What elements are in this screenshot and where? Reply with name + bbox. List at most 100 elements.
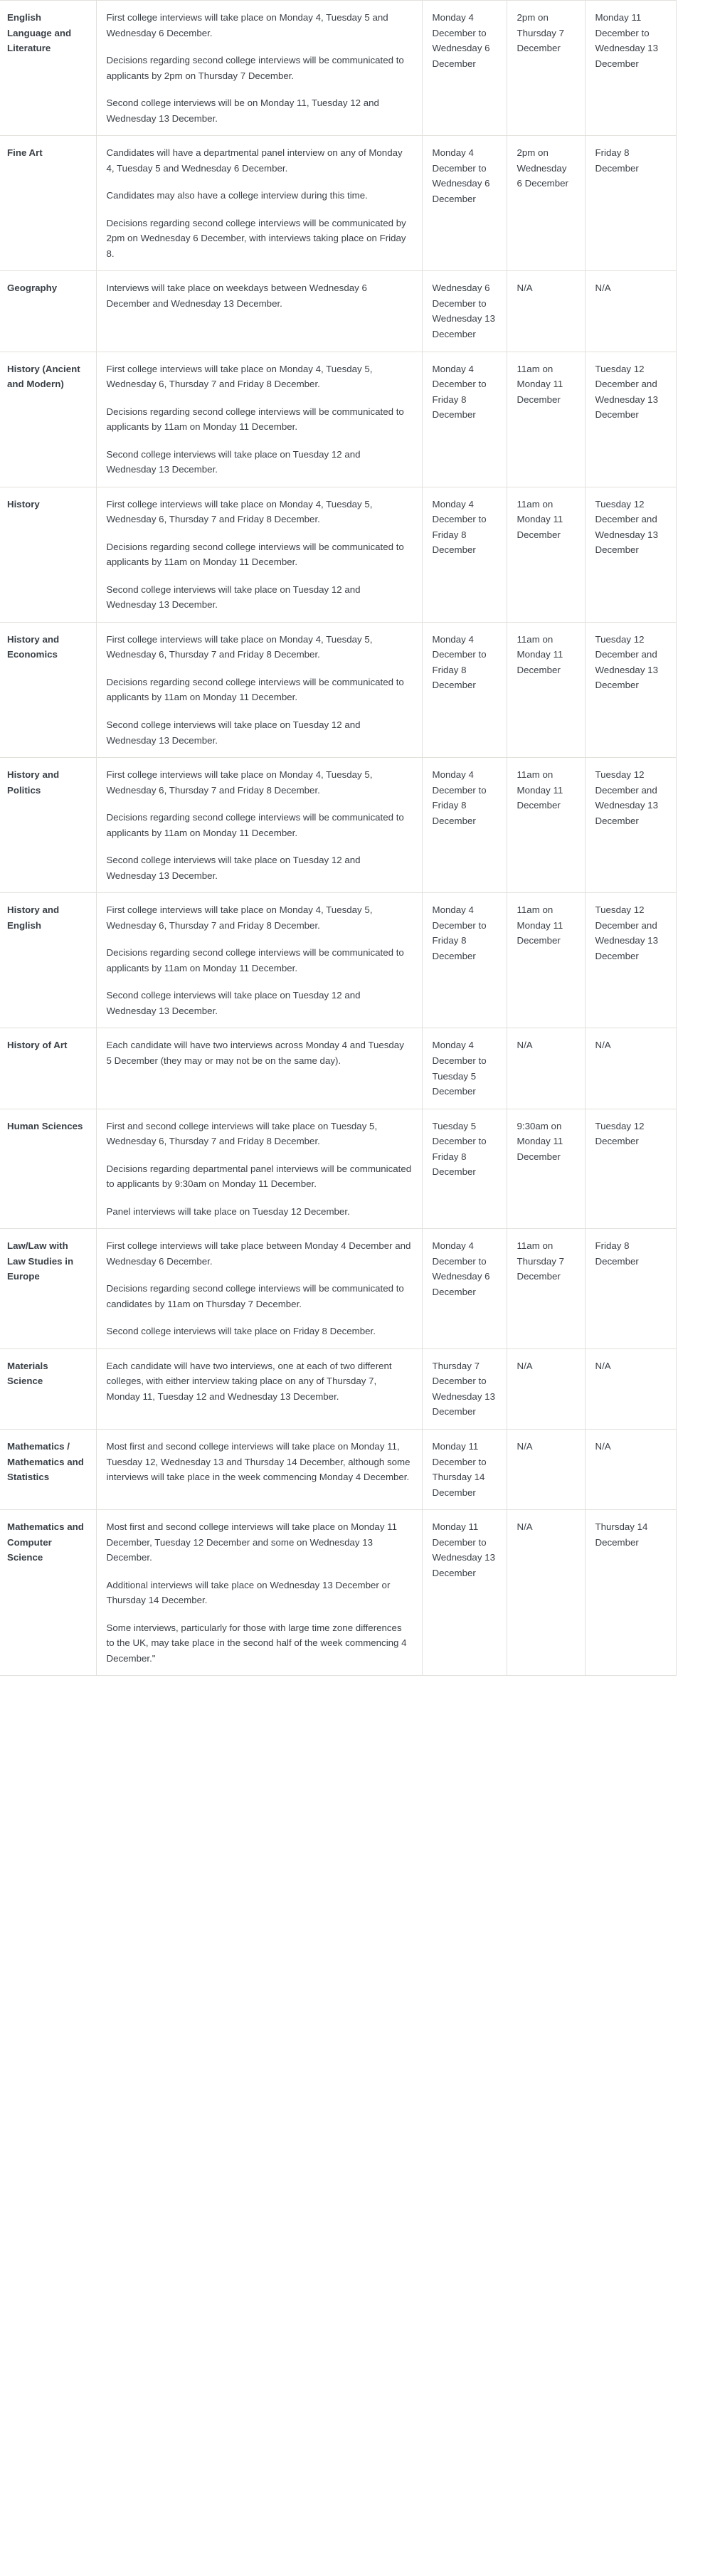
first-interviews-cell: Monday 4 December to Wednesday 6 Decembe… xyxy=(422,135,507,272)
first-interviews-cell: Monday 4 December to Friday 8 December xyxy=(422,622,507,759)
detail-paragraph: Second college interviews will take plac… xyxy=(106,719,361,746)
subject-cell: Mathematics / Mathematics and Statistics xyxy=(0,1429,97,1511)
second-interviews-cell: Tuesday 12 December and Wednesday 13 Dec… xyxy=(585,622,677,759)
interview-details-cell: First college interviews will take place… xyxy=(96,0,423,137)
detail-paragraph: First college interviews will take place… xyxy=(106,12,388,38)
interview-details-cell: Each candidate will have two interviews … xyxy=(96,1028,423,1109)
decision-deadline-cell: N/A xyxy=(507,270,586,352)
detail-paragraph: Some interviews, particularly for those … xyxy=(106,1622,407,1664)
detail-paragraph: Panel interviews will take place on Tues… xyxy=(106,1205,350,1217)
table-row: Mathematics and Computer Science Most fir… xyxy=(0,1509,677,1677)
detail-paragraph: First college interviews will take place… xyxy=(106,904,373,931)
second-interviews-cell: N/A xyxy=(585,1429,677,1511)
detail-paragraph: Candidates may also have a college inter… xyxy=(106,190,368,201)
first-interviews-cell: Thursday 7 December to Wednesday 13 Dece… xyxy=(422,1348,507,1430)
detail-paragraph: Decisions regarding second college inter… xyxy=(106,217,406,259)
decision-deadline-cell: 2pm on Wednesday 6 December xyxy=(507,135,586,272)
subject-cell: History and Politics xyxy=(0,757,97,894)
second-interviews-cell: Thursday 14 December xyxy=(585,1509,677,1677)
detail-paragraph: Interviews will take place on weekdays b… xyxy=(106,283,367,309)
first-interviews-cell: Monday 11 December to Thursday 14 Decemb… xyxy=(422,1429,507,1511)
detail-paragraph: Second college interviews will take plac… xyxy=(106,990,361,1016)
decision-deadline-cell: 11am on Monday 11 December xyxy=(507,352,586,487)
interview-details-cell: Candidates will have a departmental pane… xyxy=(96,135,423,272)
table-row: History and English First college intervi… xyxy=(0,892,677,1029)
detail-paragraph: Second college interviews will take plac… xyxy=(106,855,361,881)
decision-deadline-cell: N/A xyxy=(507,1509,586,1677)
decision-deadline-cell: 9:30am on Monday 11 December xyxy=(507,1109,586,1230)
detail-paragraph: First college interviews will take place… xyxy=(106,1240,411,1267)
detail-paragraph: First college interviews will take place… xyxy=(106,633,373,660)
second-interviews-cell: Tuesday 12 December and Wednesday 13 Dec… xyxy=(585,892,677,1029)
detail-paragraph: Decisions regarding second college inter… xyxy=(106,406,404,433)
decision-deadline-cell: 11am on Monday 11 December xyxy=(507,487,586,623)
table-row: History First college interviews will tak… xyxy=(0,487,677,623)
decision-deadline-cell: N/A xyxy=(507,1429,586,1511)
subject-cell: Human Sciences xyxy=(0,1109,97,1230)
decision-deadline-cell: N/A xyxy=(507,1028,586,1109)
detail-paragraph: Second college interviews will take plac… xyxy=(106,448,361,475)
decision-deadline-cell: 11am on Thursday 7 December xyxy=(507,1228,586,1349)
decision-deadline-cell: 11am on Monday 11 December xyxy=(507,892,586,1029)
detail-paragraph: Most first and second college interviews… xyxy=(106,1521,397,1563)
subject-cell: Geography xyxy=(0,270,97,352)
detail-paragraph: Second college interviews will be on Mon… xyxy=(106,97,379,124)
interview-details-cell: First college interviews will take place… xyxy=(96,622,423,759)
first-interviews-cell: Monday 4 December to Friday 8 December xyxy=(422,487,507,623)
interview-details-cell: Most first and second college interviews… xyxy=(96,1429,423,1511)
interview-details-cell: Most first and second college interviews… xyxy=(96,1509,423,1677)
second-interviews-cell: Tuesday 12 December and Wednesday 13 Dec… xyxy=(585,352,677,487)
second-interviews-cell: Friday 8 December xyxy=(585,1228,677,1349)
second-interviews-cell: Tuesday 12 December xyxy=(585,1109,677,1230)
decision-deadline-cell: N/A xyxy=(507,1348,586,1430)
detail-paragraph: Second college interviews will take plac… xyxy=(106,1326,376,1337)
interview-schedule-table-wrapper: English Language and Literature First col… xyxy=(0,0,715,1677)
interview-details-cell: First college interviews will take place… xyxy=(96,352,423,487)
table-row: Fine Art Candidates will have a departmen… xyxy=(0,135,677,272)
detail-paragraph: First college interviews will take place… xyxy=(106,498,373,525)
subject-cell: History of Art xyxy=(0,1028,97,1109)
table-row: Human Sciences First and second college i… xyxy=(0,1109,677,1230)
interview-details-cell: First and second college interviews will… xyxy=(96,1109,423,1230)
table-row: Law/Law with Law Studies in Europe First … xyxy=(0,1228,677,1349)
second-interviews-cell: Monday 11 December to Wednesday 13 Decem… xyxy=(585,0,677,137)
detail-paragraph: Decisions regarding second college inter… xyxy=(106,55,404,81)
interview-details-cell: First college interviews will take place… xyxy=(96,757,423,894)
subject-cell: History and Economics xyxy=(0,622,97,759)
detail-paragraph: Decisions regarding second college inter… xyxy=(106,812,404,838)
detail-paragraph: First and second college interviews will… xyxy=(106,1120,378,1147)
subject-cell: History (Ancient and Modern) xyxy=(0,352,97,487)
interview-schedule-table: English Language and Literature First col… xyxy=(0,0,677,1677)
second-interviews-cell: Tuesday 12 December and Wednesday 13 Dec… xyxy=(585,757,677,894)
first-interviews-cell: Monday 4 December to Wednesday 6 Decembe… xyxy=(422,1228,507,1349)
detail-paragraph: Each candidate will have two interviews … xyxy=(106,1040,404,1066)
detail-paragraph: First college interviews will take place… xyxy=(106,363,373,390)
table-row: English Language and Literature First col… xyxy=(0,0,677,137)
first-interviews-cell: Monday 4 December to Friday 8 December xyxy=(422,892,507,1029)
interview-details-cell: First college interviews will take place… xyxy=(96,487,423,623)
detail-paragraph: Each candidate will have two interviews,… xyxy=(106,1360,392,1402)
table-row: History and Economics First college inter… xyxy=(0,622,677,759)
detail-paragraph: Most first and second college interviews… xyxy=(106,1441,411,1483)
detail-paragraph: Second college interviews will take plac… xyxy=(106,584,361,611)
decision-deadline-cell: 11am on Monday 11 December xyxy=(507,622,586,759)
decision-deadline-cell: 11am on Monday 11 December xyxy=(507,757,586,894)
subject-cell: History and English xyxy=(0,892,97,1029)
subject-cell: Materials Science xyxy=(0,1348,97,1430)
interview-details-cell: First college interviews will take place… xyxy=(96,1228,423,1349)
detail-paragraph: Additional interviews will take place on… xyxy=(106,1579,391,1606)
table-row: Geography Interviews will take place on w… xyxy=(0,270,677,352)
table-row: History and Politics First college interv… xyxy=(0,757,677,894)
table-row: Mathematics / Mathematics and Statistics… xyxy=(0,1429,677,1511)
detail-paragraph: Decisions regarding second college inter… xyxy=(106,676,404,703)
detail-paragraph: Decisions regarding second college inter… xyxy=(106,947,404,973)
interview-details-cell: Each candidate will have two interviews,… xyxy=(96,1348,423,1430)
second-interviews-cell: Tuesday 12 December and Wednesday 13 Dec… xyxy=(585,487,677,623)
first-interviews-cell: Monday 11 December to Wednesday 13 Decem… xyxy=(422,1509,507,1677)
second-interviews-cell: N/A xyxy=(585,1028,677,1109)
subject-cell: Law/Law with Law Studies in Europe xyxy=(0,1228,97,1349)
second-interviews-cell: N/A xyxy=(585,1348,677,1430)
subject-cell: English Language and Literature xyxy=(0,0,97,137)
subject-cell: Mathematics and Computer Science xyxy=(0,1509,97,1677)
table-row: Materials Science Each candidate will ha… xyxy=(0,1348,677,1430)
